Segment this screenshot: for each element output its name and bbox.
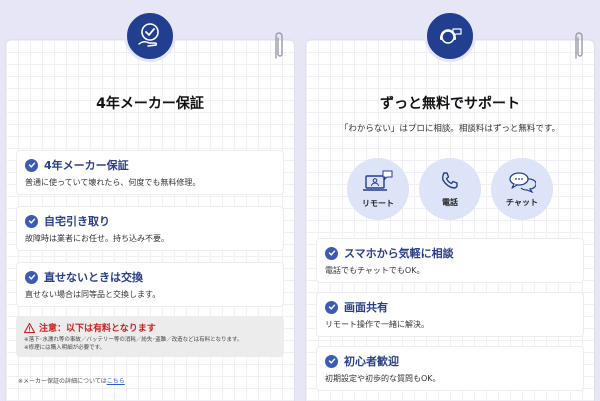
support-subtitle: 「わからない」はプロに相談。相談料はずっと無料です。	[339, 124, 561, 134]
caution-note: ※修理には購入明細が必要です。	[24, 344, 106, 351]
support-title: ずっと無料でサポート	[380, 96, 520, 112]
item-desc: 電話でもチャットでもOK。	[325, 266, 425, 275]
check-icon	[25, 158, 38, 172]
support-item-screen-share: 画面共有 リモート操作で一緒に解決。	[316, 292, 584, 337]
method-label: 電話	[442, 197, 458, 207]
item-title: スマホから気軽に相談	[344, 247, 454, 260]
caution-box: 注意：以下は有料となります ※落下･水濡れ等の事故／バッテリー等の消耗／紛失･盗…	[16, 316, 284, 358]
item-title: 4年メーカー保証	[44, 159, 129, 172]
support-item-beginner: 初心者歓迎 初期設定や初歩的な質問もOK。	[316, 346, 584, 391]
footnote-text: ※メーカー保証の詳細については	[18, 378, 107, 385]
warranty-title: 4年メーカー保証	[96, 96, 204, 112]
warranty-item-pickup: 自宅引き取り 故障時は業者にお任せ。持ち込み不要。	[16, 206, 284, 251]
chat-bubbles-icon	[509, 171, 536, 193]
warranty-badge	[124, 10, 176, 62]
item-desc: 直せない場合は同等品と交換します。	[25, 290, 161, 299]
warning-icon	[24, 322, 35, 333]
method-chat[interactable]: チャット	[491, 158, 553, 220]
caution-note: ※落下･水濡れ等の事故／バッテリー等の消耗／紛失･盗難／改造などは有料となります…	[24, 337, 243, 343]
check-icon	[25, 214, 38, 228]
paperclip-icon	[575, 32, 583, 59]
warranty-card: 4年メーカー保証 4年メーカー保証 普通に使っていて壊れたら、何度でも無料修理。…	[6, 10, 294, 401]
item-desc: 初期設定や初歩的な質問もOK。	[325, 374, 441, 383]
support-agent-icon	[440, 28, 462, 44]
check-icon	[325, 354, 338, 368]
method-phone[interactable]: 電話	[419, 158, 481, 220]
check-icon	[325, 246, 338, 260]
method-label: チャット	[506, 197, 538, 207]
item-title: 自宅引き取り	[44, 215, 110, 228]
phone-icon	[441, 171, 458, 189]
warranty-item-exchange: 直せないときは交換 直せない場合は同等品と交換します。	[16, 262, 284, 307]
item-desc: 故障時は業者にお任せ。持ち込み不要。	[25, 234, 169, 243]
item-title: 画面共有	[344, 301, 388, 314]
support-badge	[424, 10, 476, 62]
method-remote[interactable]: リモート	[347, 158, 409, 220]
hand-shield-check-icon	[138, 23, 159, 47]
check-icon	[25, 270, 38, 284]
support-item-smartphone: スマホから気軽に相談 電話でもチャットでもOK。	[316, 238, 584, 283]
warranty-details-link[interactable]: こちら	[107, 378, 125, 385]
item-desc: リモート操作で一緒に解決。	[325, 320, 429, 329]
paperclip-icon	[275, 32, 283, 59]
check-icon	[325, 300, 338, 314]
item-desc: 普通に使っていて壊れたら、何度でも無料修理。	[25, 178, 201, 187]
method-label: リモート	[362, 198, 394, 208]
support-card: ずっと無料でサポート 「わからない」はプロに相談。相談料はずっと無料です。 リモ…	[306, 10, 594, 401]
remote-pc-icon	[363, 170, 393, 191]
item-title: 直せないときは交換	[44, 271, 143, 284]
warranty-item-4year: 4年メーカー保証 普通に使っていて壊れたら、何度でも無料修理。	[16, 150, 284, 195]
warranty-footnote: ※メーカー保証の詳細についてはこちら	[18, 376, 125, 385]
item-title: 初心者歓迎	[344, 355, 399, 368]
support-methods: リモート 電話 チャット	[306, 158, 594, 220]
caution-title: 注意：以下は有料となります	[39, 324, 156, 334]
